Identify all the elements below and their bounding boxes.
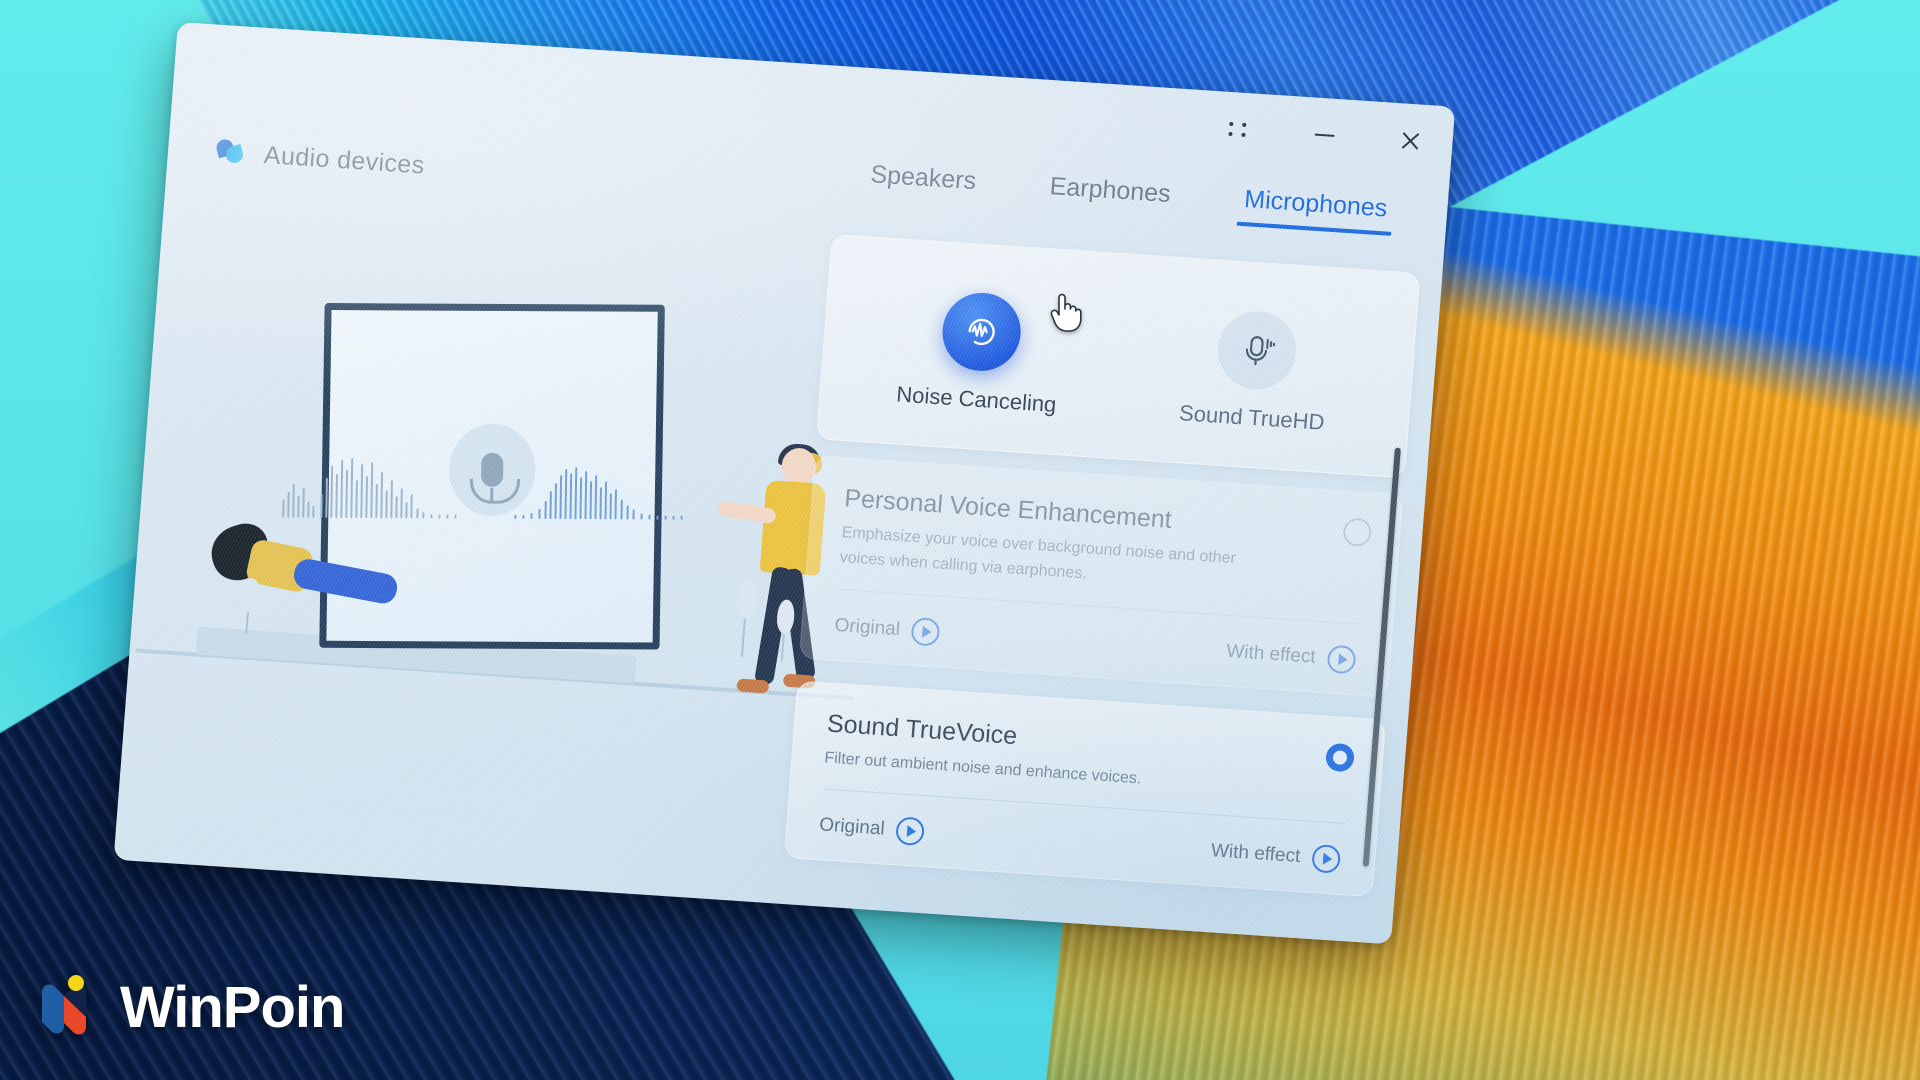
audio-devices-logo-icon: [214, 137, 247, 169]
feature-sound-truevoice[interactable]: Sound TrueVoice Filter out ambient noise…: [783, 680, 1387, 898]
illustration-plant: [233, 577, 263, 635]
microphone-settings-panel: Noise Canceling Sound TrueHD Personal Vo…: [780, 233, 1421, 943]
mode-switcher-card: Noise Canceling Sound TrueHD: [815, 233, 1421, 479]
play-original-label: Original: [833, 614, 901, 640]
play-with-effect-button[interactable]: With effect: [1225, 637, 1357, 674]
mode-sound-truehd[interactable]: Sound TrueHD: [1161, 305, 1350, 437]
play-original-label: Original: [818, 814, 886, 840]
microphone-waveform-illustration: [135, 275, 855, 755]
page-title: Audio devices: [263, 140, 426, 180]
app-header: Audio devices: [214, 137, 426, 181]
winpoin-watermark: WinPoin: [36, 972, 345, 1042]
winpoin-wordmark: WinPoin: [120, 974, 345, 1040]
close-button[interactable]: [1389, 120, 1432, 163]
tab-speakers[interactable]: Speakers: [869, 160, 978, 208]
play-with-effect-button[interactable]: With effect: [1210, 838, 1342, 875]
mode-label: Sound TrueHD: [1178, 400, 1326, 435]
grid-view-button[interactable]: [1217, 108, 1260, 151]
play-with-effect-label: With effect: [1225, 640, 1317, 668]
winpoin-logo-icon: [42, 975, 86, 1035]
minimize-button[interactable]: [1303, 114, 1346, 157]
mode-noise-canceling[interactable]: Noise Canceling: [886, 287, 1075, 419]
microphone-icon: [1215, 308, 1299, 392]
play-icon: [895, 816, 926, 847]
play-icon: [910, 616, 941, 647]
close-icon: [1399, 129, 1423, 152]
device-tabs: Speakers Earphones Microphones: [869, 160, 1389, 235]
audio-devices-window: Audio devices Speakers Earphones Microph…: [113, 22, 1456, 945]
play-with-effect-label: With effect: [1210, 840, 1302, 868]
noise-canceling-icon: [939, 290, 1024, 374]
mode-label: Noise Canceling: [895, 381, 1058, 417]
feature-personal-voice-enhancement[interactable]: Personal Voice Enhancement Emphasize you…: [799, 455, 1404, 698]
play-original-button[interactable]: Original: [833, 611, 941, 647]
play-original-button[interactable]: Original: [818, 812, 926, 847]
tab-microphones[interactable]: Microphones: [1242, 185, 1388, 235]
grid-dots-icon: [1228, 121, 1249, 137]
play-icon: [1326, 644, 1357, 674]
tab-earphones[interactable]: Earphones: [1048, 172, 1172, 221]
waveform-right: [514, 457, 715, 520]
minimize-icon: [1314, 133, 1335, 137]
play-icon: [1311, 844, 1342, 875]
